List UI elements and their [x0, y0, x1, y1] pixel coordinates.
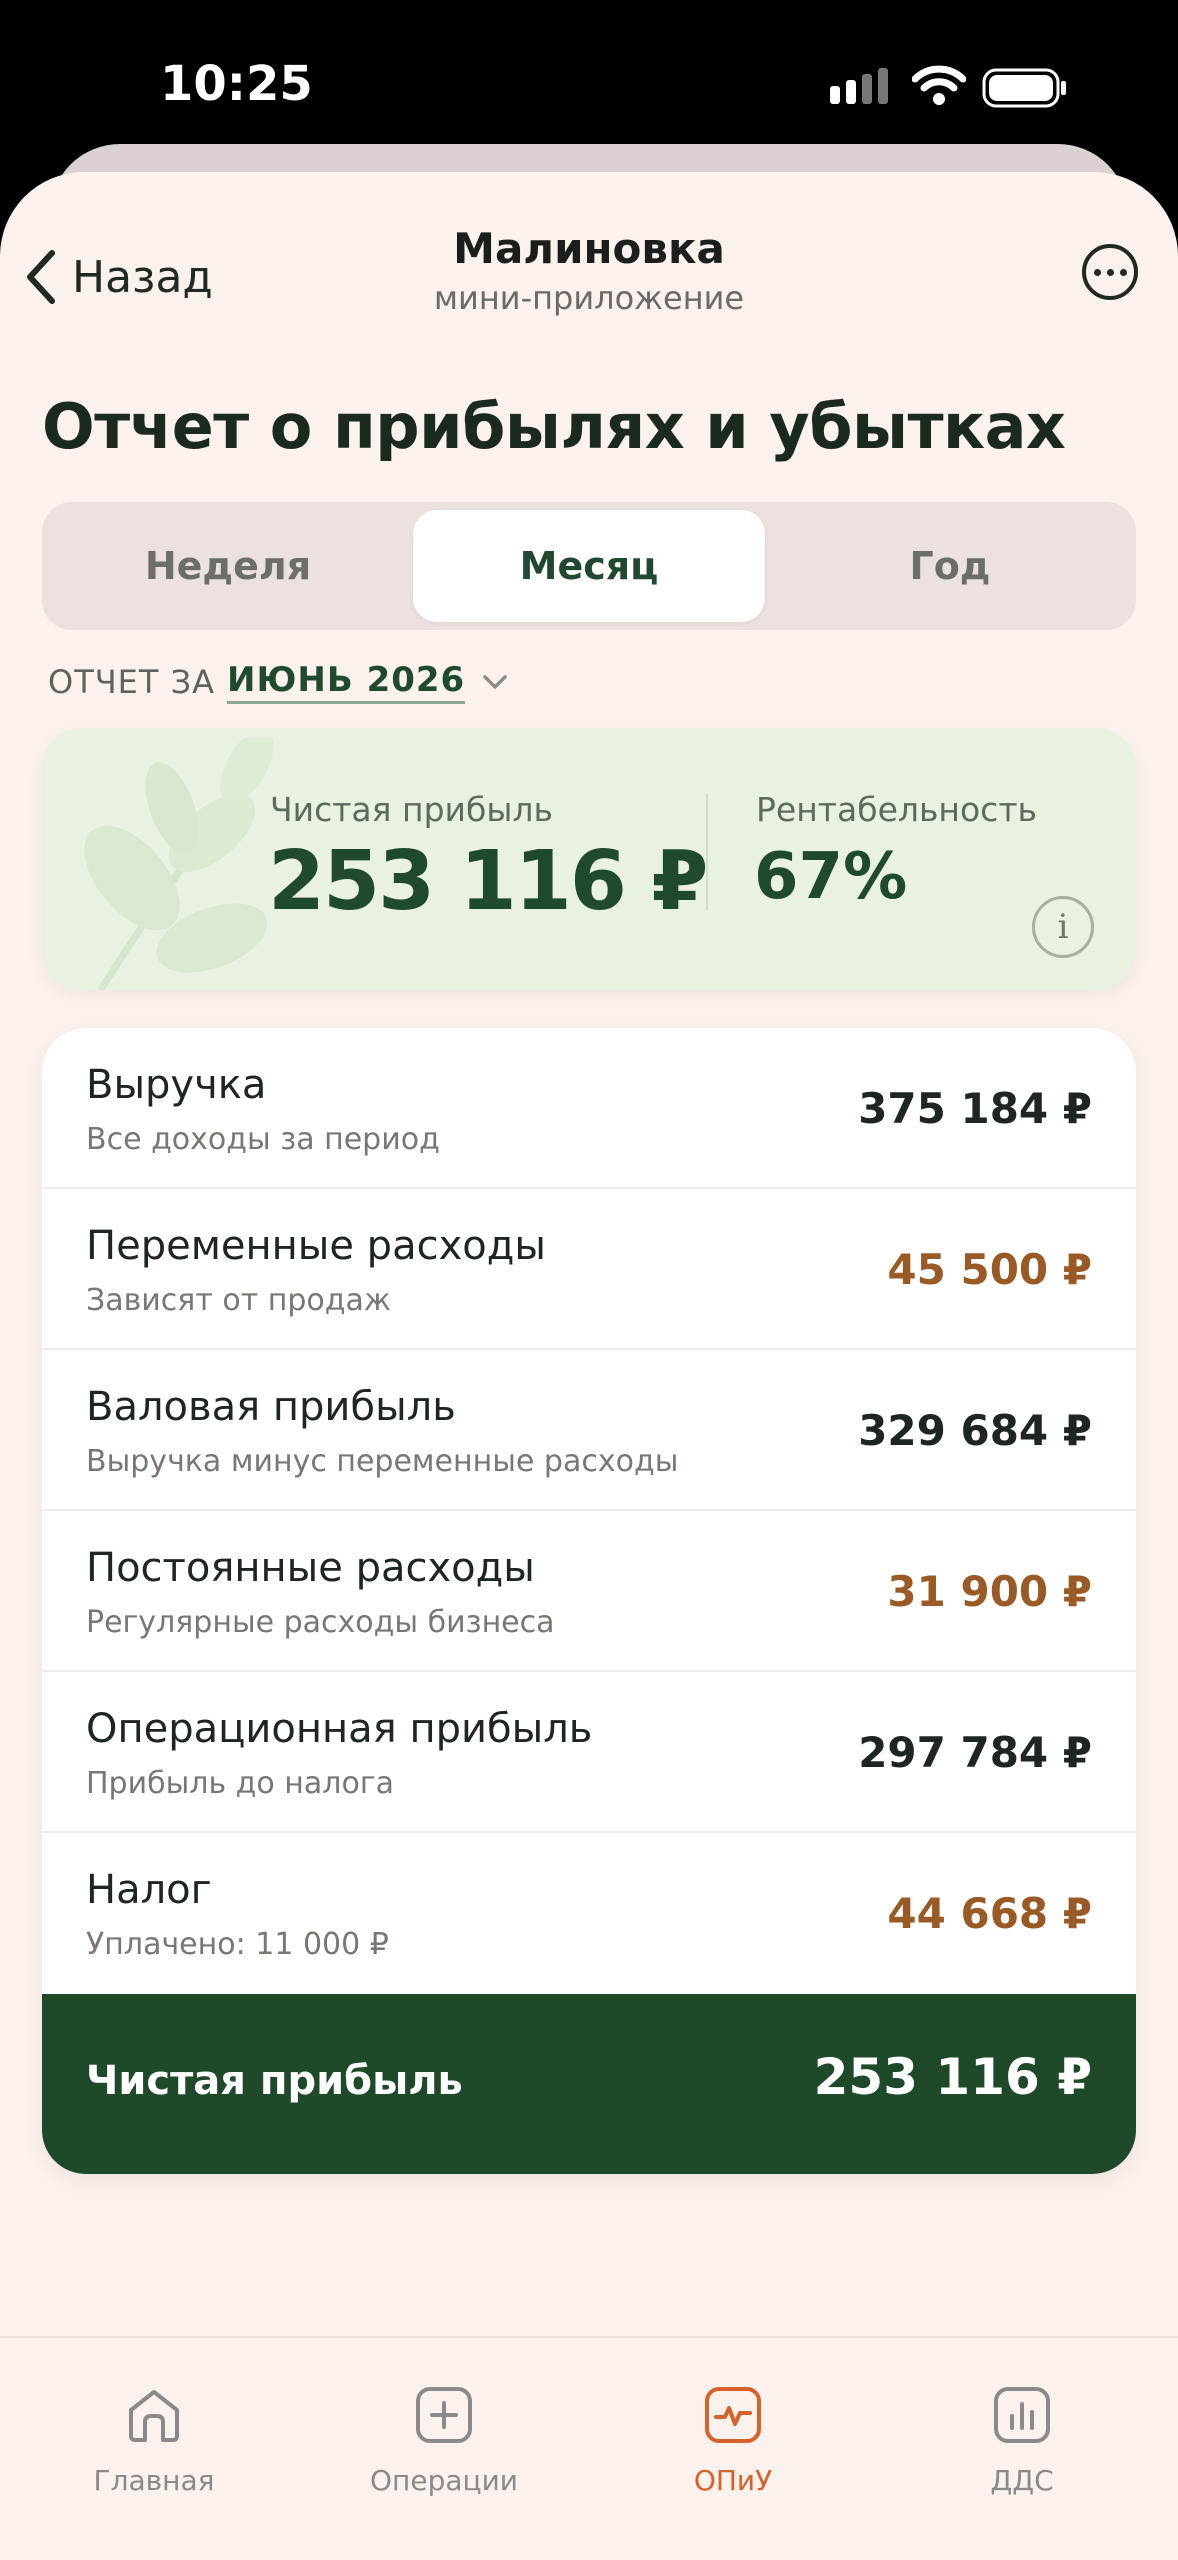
tab-dds[interactable]: ДДС — [912, 2386, 1132, 2497]
report-period-value[interactable]: ИЮНЬ 2026 — [227, 660, 466, 704]
battery-icon — [982, 68, 1066, 108]
period-segmented-control: Неделя Месяц Год — [42, 502, 1136, 630]
summary-card: Чистая прибыль 253 116 ₽ Рентабельность … — [42, 728, 1136, 990]
report-row: Постоянные расходы Регулярные расходы би… — [42, 1511, 1136, 1672]
app-title: Малиновка — [453, 224, 725, 273]
wifi-icon — [912, 65, 966, 105]
chevron-down-icon — [483, 675, 507, 689]
tab-home[interactable]: Главная — [44, 2386, 264, 2497]
row-title: Налог — [86, 1867, 212, 1913]
tab-dds-label: ДДС — [990, 2464, 1054, 2497]
total-value: 253 116 ₽ — [813, 2048, 1092, 2106]
segment-year[interactable]: Год — [774, 510, 1126, 622]
tab-pnl[interactable]: ОПиУ — [623, 2386, 843, 2497]
row-subtitle: Прибыль до налога — [86, 1766, 394, 1801]
total-label: Чистая прибыль — [86, 2058, 463, 2104]
leaf-icon — [84, 738, 274, 990]
bar-chart-icon — [994, 2387, 1050, 2443]
tab-pnl-label: ОПиУ — [693, 2464, 773, 2497]
summary-divider — [706, 794, 708, 910]
nav-bar: Назад Малиновка мини-приложение — [0, 172, 1178, 332]
margin-label: Рентабельность — [756, 790, 1037, 829]
row-title: Переменные расходы — [86, 1223, 546, 1269]
more-dot-icon — [1106, 268, 1114, 276]
report-period-selector[interactable]: ОТЧЕТ ЗА ИЮНЬ 2026 — [48, 660, 509, 704]
segment-week[interactable]: Неделя — [52, 510, 404, 622]
row-title: Постоянные расходы — [86, 1545, 535, 1591]
net-profit-value: 253 116 ₽ — [268, 834, 708, 929]
info-button[interactable]: i — [1032, 896, 1094, 958]
row-title: Валовая прибыль — [86, 1384, 456, 1430]
row-subtitle: Уплачено: 11 000 ₽ — [86, 1927, 389, 1962]
tab-bar: Главная Операции ОПиУ ДДС — [0, 2336, 1178, 2560]
more-dot-icon — [1093, 268, 1101, 276]
net-profit-label: Чистая прибыль — [270, 790, 553, 829]
tab-operations[interactable]: Операции — [334, 2386, 554, 2497]
report-row: Валовая прибыль Выручка минус переменные… — [42, 1350, 1136, 1511]
report-row: Налог Уплачено: 11 000 ₽ 44 668 ₽ — [42, 1833, 1136, 1994]
status-icons — [830, 64, 1070, 108]
plus-square-icon — [416, 2387, 472, 2443]
row-title: Выручка — [86, 1062, 267, 1108]
report-row: Выручка Все доходы за период 375 184 ₽ — [42, 1028, 1136, 1189]
tab-home-label: Главная — [93, 2464, 215, 2497]
report-row: Переменные расходы Зависят от продаж 45 … — [42, 1189, 1136, 1350]
row-title: Операционная прибыль — [86, 1706, 593, 1752]
more-button[interactable] — [1082, 244, 1138, 300]
row-subtitle: Регулярные расходы бизнеса — [86, 1605, 555, 1640]
row-value: 297 784 ₽ — [858, 1728, 1092, 1777]
total-row: Чистая прибыль 253 116 ₽ — [42, 1994, 1136, 2174]
tab-operations-label: Операции — [370, 2464, 518, 2497]
row-value: 31 900 ₽ — [887, 1567, 1092, 1616]
segment-month[interactable]: Месяц — [413, 510, 765, 622]
activity-chart-icon — [705, 2387, 761, 2443]
row-subtitle: Выручка минус переменные расходы — [86, 1444, 679, 1479]
row-subtitle: Все доходы за период — [86, 1122, 440, 1157]
row-value: 329 684 ₽ — [858, 1406, 1092, 1455]
report-period-label: ОТЧЕТ ЗА — [48, 662, 216, 701]
status-time: 10:25 — [160, 56, 313, 112]
mini-app-sheet: Назад Малиновка мини-приложение Отчет о … — [0, 172, 1178, 2560]
app-subtitle: мини-приложение — [433, 279, 745, 317]
title-block: Малиновка мини-приложение — [0, 224, 1178, 317]
row-value: 44 668 ₽ — [887, 1889, 1092, 1938]
row-subtitle: Зависят от продаж — [86, 1283, 391, 1318]
signal-icon — [830, 68, 888, 104]
margin-value: 67% — [754, 840, 908, 914]
status-bar: 10:25 — [0, 0, 1178, 150]
pnl-report-list: Выручка Все доходы за период 375 184 ₽ П… — [42, 1028, 1136, 2174]
report-row: Операционная прибыль Прибыль до налога 2… — [42, 1672, 1136, 1833]
row-value: 45 500 ₽ — [887, 1245, 1092, 1294]
row-value: 375 184 ₽ — [858, 1084, 1092, 1133]
page-title: Отчет о прибылях и убытках — [42, 390, 1066, 463]
home-icon — [129, 2390, 179, 2442]
more-dot-icon — [1119, 268, 1127, 276]
